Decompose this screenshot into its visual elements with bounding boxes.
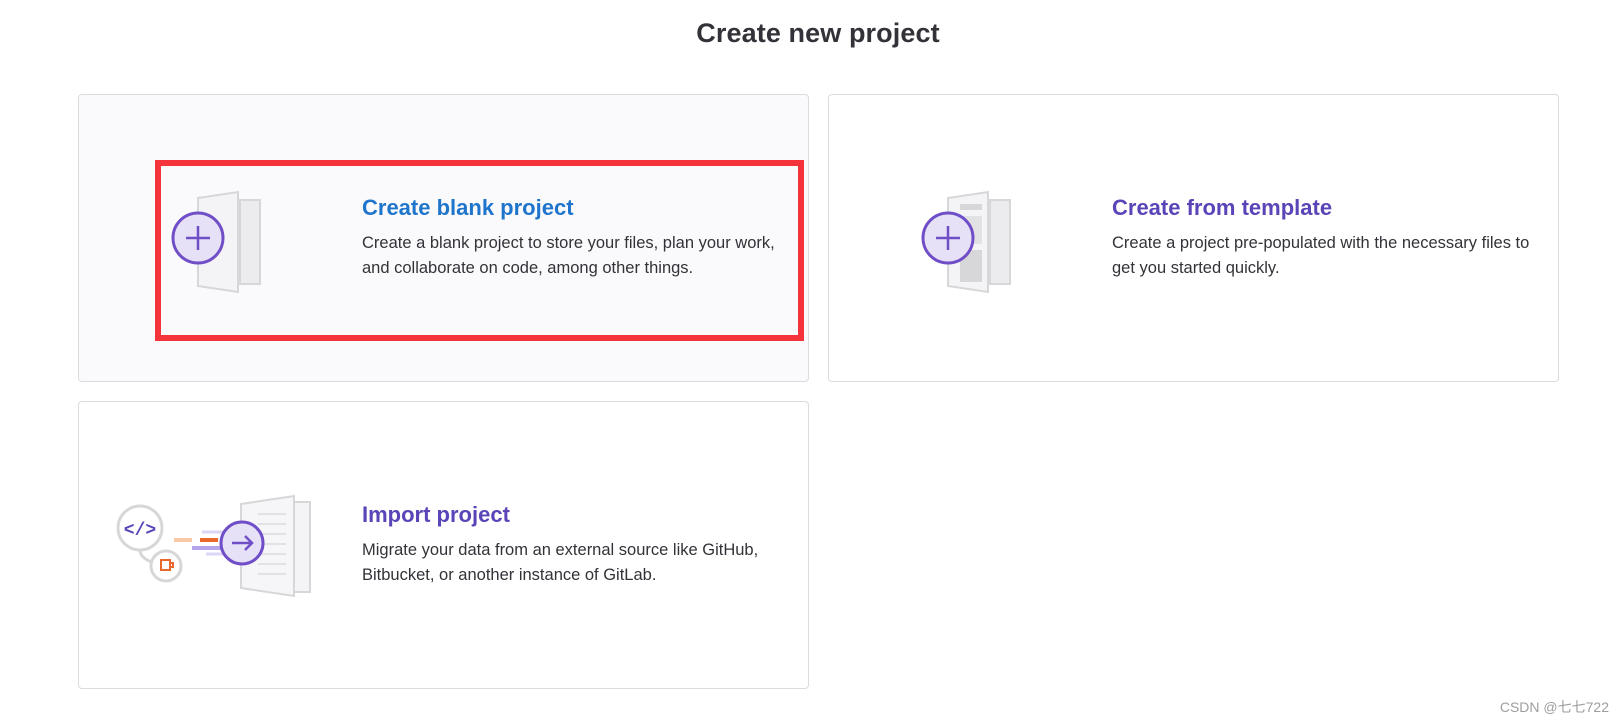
create-blank-project-description: Create a blank project to store your fil… [362, 234, 775, 277]
create-from-template-title[interactable]: Create from template [1112, 195, 1532, 221]
import-project-card[interactable]: </> Import project Migrate your data fro… [78, 401, 809, 689]
create-blank-project-title[interactable]: Create blank project [362, 195, 782, 221]
import-project-title[interactable]: Import project [362, 502, 792, 528]
template-project-illustration-icon [920, 190, 1030, 299]
create-blank-project-card[interactable]: Create blank project Create a blank proj… [78, 94, 809, 382]
page-title: Create new project [696, 18, 940, 48]
watermark: CSDN @七七722 [1499, 699, 1609, 715]
create-from-template-card[interactable]: Create from template Create a project pr… [828, 94, 1559, 382]
import-project-description: Migrate your data from an external sourc… [362, 541, 759, 584]
create-from-template-description: Create a project pre-populated with the … [1112, 234, 1530, 277]
blank-project-illustration-icon [170, 190, 280, 299]
import-project-illustration-icon: </> [116, 494, 321, 603]
svg-text:</>: </> [124, 521, 156, 541]
